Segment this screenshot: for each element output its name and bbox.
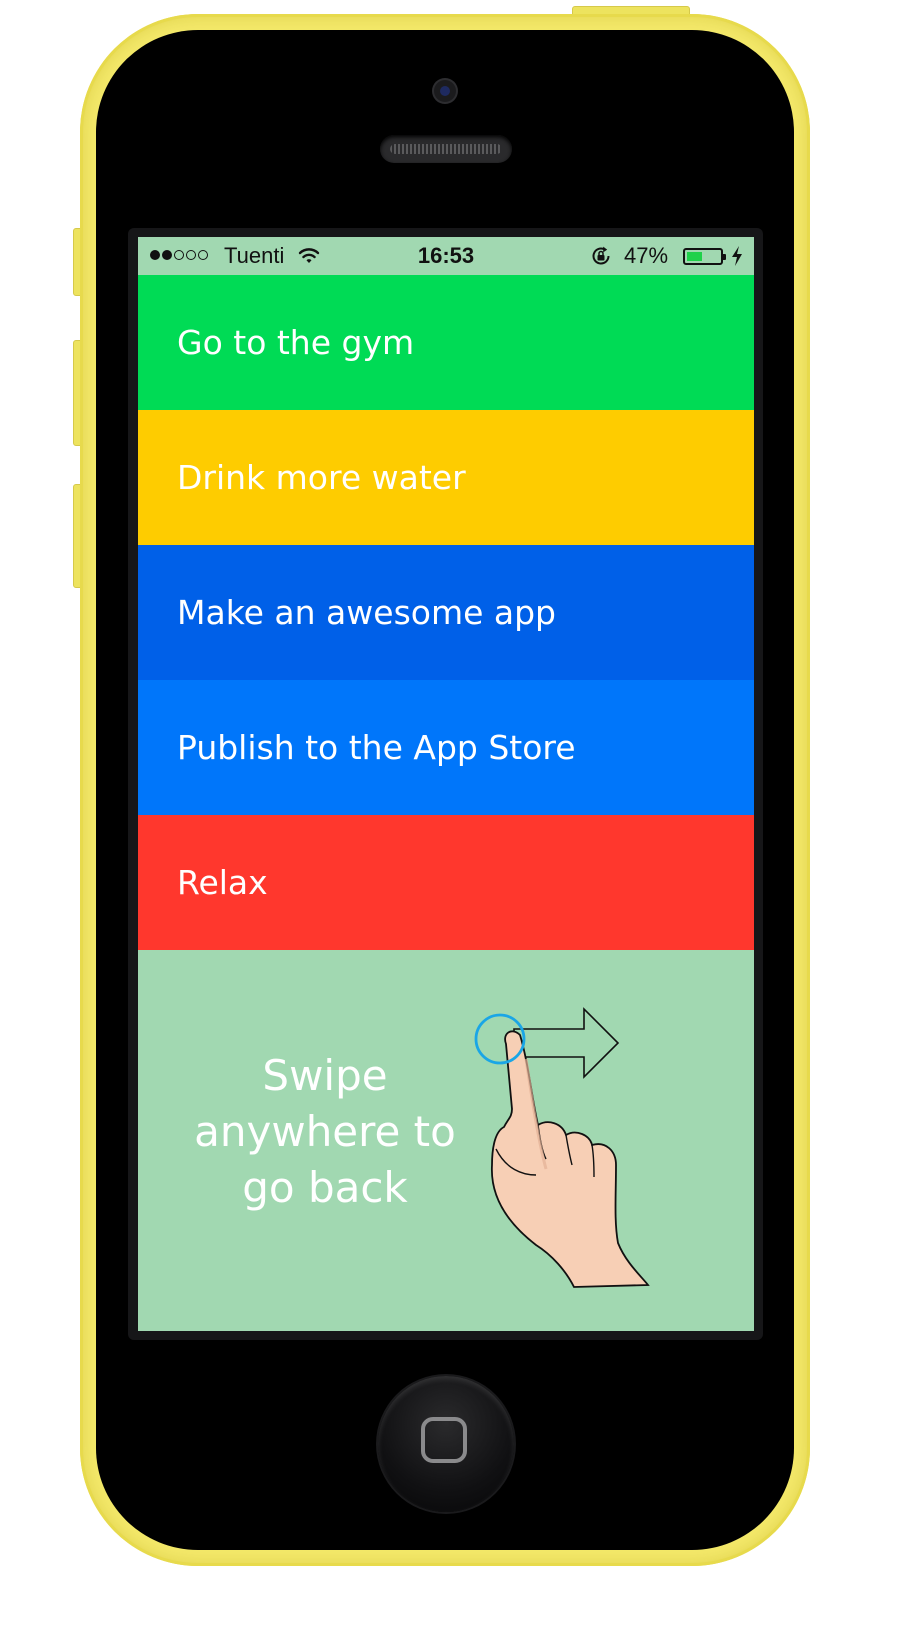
rotation-lock-icon [592,246,610,265]
task-label: Go to the gym [177,323,415,362]
task-row[interactable]: Go to the gym [138,275,754,410]
battery-level-fill [687,252,702,261]
task-label: Make an awesome app [177,593,557,632]
task-label: Relax [177,863,268,902]
task-row[interactable]: Publish to the App Store [138,680,754,815]
phone-mockup: Tuenti 16:53 47% Go to the gym Drink more [0,0,915,1626]
task-row[interactable]: Drink more water [138,410,754,545]
swipe-gesture-illustration [474,1007,650,1288]
hint-line-2: anywhere to [194,1107,456,1156]
earpiece-speaker [380,135,512,163]
task-list: Go to the gym Drink more water Make an awe… [138,275,754,950]
swipe-arrow-icon [513,1007,620,1079]
task-row[interactable]: Make an awesome app [138,545,754,680]
front-camera [434,80,456,102]
status-bar: Tuenti 16:53 47% [138,237,754,275]
task-label: Publish to the App Store [177,728,576,767]
battery-percentage: 47% [624,243,669,268]
swipe-hint: Swipe anywhere to go back [180,1048,470,1216]
hint-line-1: Swipe [262,1051,388,1100]
app-screen[interactable]: Tuenti 16:53 47% Go to the gym Drink more [138,237,754,1331]
home-square-icon [421,1417,467,1463]
hint-line-3: go back [242,1163,408,1212]
home-button[interactable] [378,1376,514,1512]
task-label: Drink more water [177,458,466,497]
battery-icon [683,248,726,265]
charging-bolt-icon [732,246,742,266]
task-row[interactable]: Relax [138,815,754,950]
